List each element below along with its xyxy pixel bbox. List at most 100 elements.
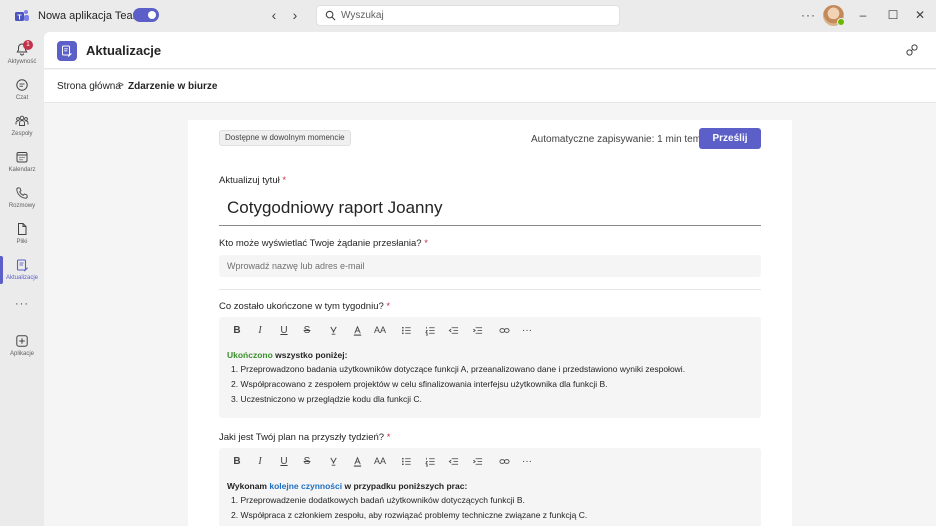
rail-item-chat[interactable]: Czat [0, 74, 44, 110]
rail-label: Pliki [16, 239, 28, 245]
new-teams-toggle[interactable] [133, 8, 159, 22]
highlight-icon[interactable] [326, 456, 340, 470]
done-editor[interactable]: B I U S AA ··· Ukończono wszystko poniże… [219, 317, 761, 418]
main-content: Aktualizacje Strona główna > Zdarzenie w… [44, 32, 936, 526]
minimize-icon[interactable]: – [857, 9, 869, 21]
plan-label: Jaki jest Twój plan na przyszły tydzień?… [219, 432, 391, 443]
link-icon[interactable] [905, 43, 919, 57]
rail-item-files[interactable]: Pliki [0, 218, 44, 254]
underline-button[interactable]: U [277, 456, 291, 467]
teams-logo-icon: T [15, 10, 29, 22]
italic-button[interactable]: I [253, 456, 267, 467]
viewers-input[interactable]: Wprowadź nazwę lub adres e-mail [219, 255, 761, 277]
numbered-list-icon[interactable] [423, 456, 437, 470]
formatting-toolbar: B I U S AA ··· [219, 448, 761, 476]
plan-editor[interactable]: B I U S AA ··· Wykonam kolejne czynności… [219, 448, 761, 526]
back-arrow-icon[interactable]: ‹ [267, 8, 281, 22]
more-formatting-icon[interactable]: ··· [520, 325, 534, 336]
plan-heading: Wykonam kolejne czynności w przypadku po… [227, 481, 468, 491]
strikethrough-button[interactable]: S [300, 325, 314, 336]
bullet-list-icon[interactable] [399, 456, 413, 470]
underline-button[interactable]: U [277, 325, 291, 336]
rail-label: Kalendarz [8, 167, 36, 173]
list-item: 3. Uczestniczono w przeglądzie kodu dla … [231, 394, 422, 404]
teams-icon [15, 115, 29, 126]
list-item: 2. Współpraca z członkiem zespołu, aby r… [231, 510, 588, 520]
svg-text:T: T [17, 15, 22, 22]
breadcrumb-separator-icon: > [118, 80, 124, 91]
italic-button[interactable]: I [253, 325, 267, 336]
font-color-icon[interactable] [350, 456, 364, 470]
search-icon [325, 10, 336, 21]
submit-button[interactable]: Prześlij [699, 128, 761, 149]
font-size-button[interactable]: AA [373, 456, 387, 466]
insert-link-icon[interactable] [497, 325, 511, 339]
app-rail: 1 Aktywność Czat Zespoły Kalendarz Rozmo… [0, 32, 44, 526]
rail-item-calls[interactable]: Rozmowy [0, 182, 44, 218]
forward-arrow-icon[interactable]: › [288, 8, 302, 22]
done-heading: Ukończono wszystko poniżej: [227, 350, 348, 360]
divider [219, 289, 761, 290]
more-options-icon[interactable]: ··· [801, 8, 816, 22]
list-item: 2. Współpracowano z zespołem projektów w… [231, 379, 608, 389]
insert-link-icon[interactable] [497, 456, 511, 470]
required-mark: * [386, 301, 391, 312]
more-apps-icon[interactable]: ··· [0, 298, 44, 310]
rail-item-updates[interactable]: Aktualizacje [0, 254, 44, 290]
close-icon[interactable]: ✕ [914, 9, 926, 21]
search-input[interactable]: Wyszukaj [341, 10, 384, 21]
app-header: Aktualizacje [44, 32, 936, 69]
autosave-status: Automatyczne zapisywanie: 1 min temu [531, 134, 707, 145]
numbered-list-icon[interactable] [423, 325, 437, 339]
app-name: Nowa aplikacja Teams [38, 10, 148, 22]
availability-badge: Dostępne w dowolnym momencie [219, 130, 351, 146]
increase-indent-icon[interactable] [470, 456, 484, 470]
rail-item-calendar[interactable]: Kalendarz [0, 146, 44, 182]
decrease-indent-icon[interactable] [446, 325, 460, 339]
rail-label: Rozmowy [8, 203, 36, 209]
breadcrumb-home-link[interactable]: Strona główna [57, 81, 121, 92]
rail-label: Zespoły [11, 131, 33, 137]
calendar-icon [16, 152, 28, 163]
bold-button[interactable]: B [230, 325, 244, 336]
title-input[interactable]: Cotygodniowy raport Joanny [219, 190, 761, 226]
font-size-button[interactable]: AA [373, 325, 387, 335]
rail-label: Aktualizacje [5, 275, 38, 281]
decrease-indent-icon[interactable] [446, 456, 460, 470]
update-form-card: Dostępne w dowolnym momencie Automatyczn… [188, 120, 792, 526]
done-editor-content: Ukończono wszystko poniżej: 1. Przeprowa… [227, 350, 685, 409]
rail-item-teams[interactable]: Zespoły [0, 110, 44, 146]
chat-icon [16, 79, 28, 91]
presence-available-icon [837, 18, 845, 26]
required-mark: * [282, 175, 287, 186]
formatting-toolbar: B I U S AA ··· [219, 317, 761, 345]
search-box[interactable]: Wyszukaj [316, 5, 620, 26]
rail-item-activity[interactable]: 1 Aktywność [0, 38, 44, 74]
list-item: 1. Przeprowadzenie dodatkowych badań uży… [231, 495, 525, 505]
maximize-icon[interactable]: ☐ [887, 9, 899, 21]
rail-label: Czat [15, 95, 29, 101]
rail-label: Aktywność [7, 59, 37, 65]
font-color-icon[interactable] [350, 325, 364, 339]
done-label: Co zostało ukończone w tym tygodniu? * [219, 301, 391, 312]
required-mark: * [386, 432, 391, 443]
updates-app-icon [57, 41, 77, 61]
rail-label: Aplikacje [9, 351, 34, 357]
required-mark: * [424, 238, 428, 249]
bold-button[interactable]: B [230, 456, 244, 467]
updates-icon [16, 259, 28, 272]
breadcrumb-current: Zdarzenie w biurze [128, 81, 218, 92]
phone-icon [16, 187, 28, 199]
bullet-list-icon[interactable] [399, 325, 413, 339]
strikethrough-button[interactable]: S [300, 456, 314, 467]
highlight-icon[interactable] [326, 325, 340, 339]
page-title: Aktualizacje [86, 43, 162, 58]
list-item: 1. Przeprowadzono badania użytkowników d… [231, 364, 686, 374]
more-formatting-icon[interactable]: ··· [520, 456, 534, 467]
increase-indent-icon[interactable] [470, 325, 484, 339]
rail-item-apps[interactable]: Aplikacje [0, 330, 44, 366]
title-label: Aktualizuj tytuł * [219, 175, 287, 186]
title-bar: T Nowa aplikacja Teams ‹ › Wyszukaj ··· … [0, 0, 936, 32]
add-apps-icon [16, 335, 28, 347]
plan-editor-content: Wykonam kolejne czynności w przypadku po… [227, 481, 587, 525]
